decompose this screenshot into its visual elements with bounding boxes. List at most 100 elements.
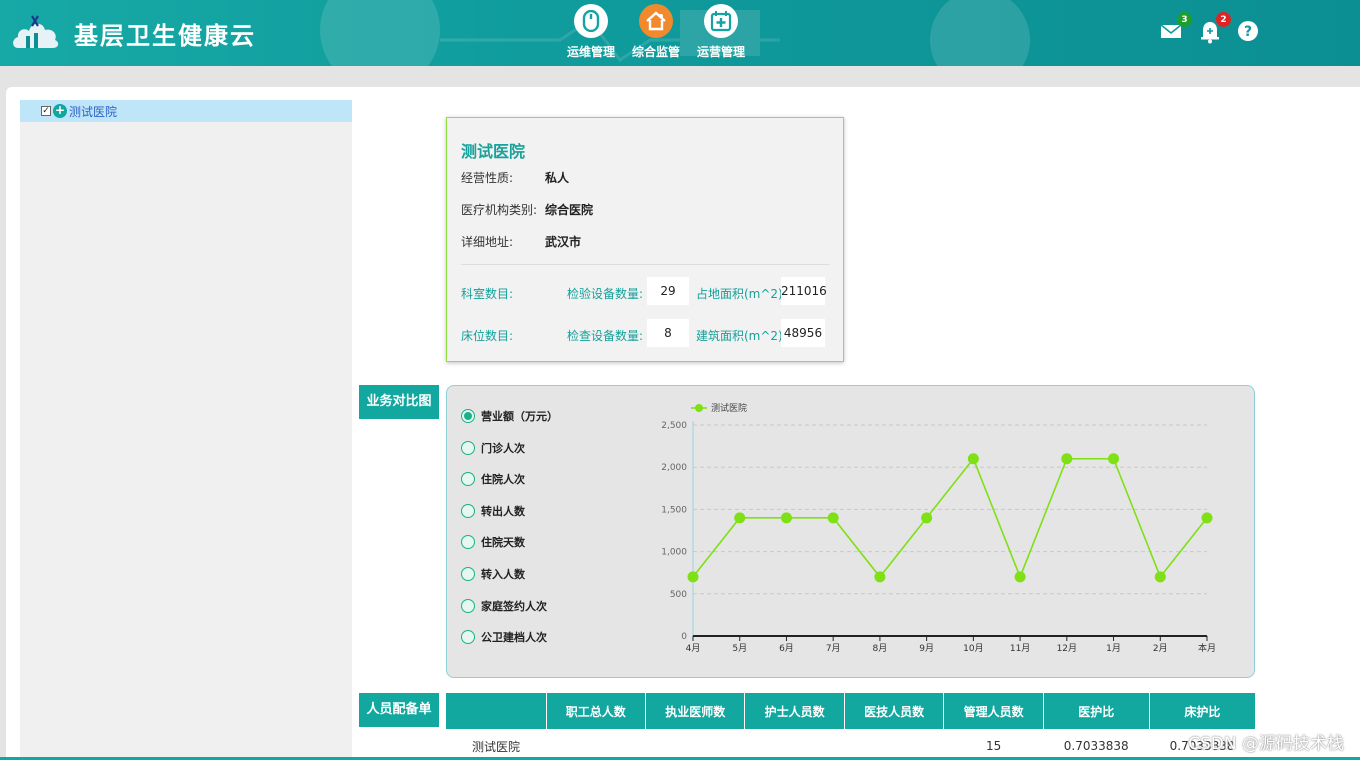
app-title: 基层卫生健康云 bbox=[74, 22, 256, 50]
notification-count-badge: 2 bbox=[1216, 12, 1231, 27]
x-tick-label: 8月 bbox=[873, 643, 888, 654]
x-tick-label: 6月 bbox=[779, 643, 794, 654]
field-label: 详细地址: bbox=[461, 235, 514, 249]
column-header: 床护比 bbox=[1148, 693, 1255, 729]
x-tick-label: 本月 bbox=[1198, 642, 1216, 654]
x-tick-label: 5月 bbox=[732, 643, 747, 654]
legend-label: 测试医院 bbox=[711, 402, 747, 414]
y-tick-label: 0 bbox=[681, 632, 687, 642]
card-divider bbox=[461, 264, 829, 265]
radio-label: 家庭签约人次 bbox=[481, 600, 547, 613]
table-cell bbox=[844, 729, 943, 760]
radio-button[interactable] bbox=[461, 630, 475, 644]
nav-label: 运维管理 bbox=[566, 45, 615, 59]
radio-button[interactable] bbox=[461, 599, 475, 613]
data-point bbox=[874, 571, 886, 583]
table-cell: 0.7033838 bbox=[1063, 739, 1129, 753]
business-line-chart: 0 500 1,000 1,500 2,000 2,500 4月 5月 6月 7月 8月 9月 10月 1… bbox=[661, 402, 1216, 654]
x-tick-label: 12月 bbox=[1057, 643, 1077, 654]
x-tick-label: 11月 bbox=[1010, 643, 1030, 654]
radio-label: 门诊人次 bbox=[481, 442, 525, 455]
radio-button[interactable] bbox=[461, 504, 475, 518]
data-point bbox=[687, 571, 699, 583]
x-tick-label: 1月 bbox=[1106, 643, 1121, 654]
y-tick-label: 500 bbox=[670, 590, 687, 600]
watermark: CSDN @源码技术栈 bbox=[1188, 734, 1344, 754]
nav-operations-management[interactable]: 运营管理 bbox=[686, 4, 756, 64]
table-cell bbox=[546, 729, 645, 760]
address-row: 详细地址: 武汉市 bbox=[461, 233, 581, 250]
mail-button[interactable]: 3 bbox=[1160, 12, 1192, 44]
departments-label: 科室数目: bbox=[461, 287, 514, 301]
metric-radio-inpatient[interactable]: 住院人次 bbox=[461, 471, 525, 487]
land-area-label: 占地面积(m^2): bbox=[696, 287, 787, 301]
metric-radio-revenue[interactable]: 营业额（万元） bbox=[461, 408, 558, 424]
mail-count-badge: 3 bbox=[1177, 12, 1192, 27]
home-icon bbox=[639, 4, 673, 38]
institution-type-row: 医疗机构类别: 综合医院 bbox=[461, 201, 593, 218]
field-value: 私人 bbox=[545, 171, 570, 185]
column-header: 医技人员数 bbox=[843, 693, 944, 729]
metric-radio-health-records[interactable]: 公卫建档人次 bbox=[461, 629, 547, 645]
radio-label: 转出人数 bbox=[481, 505, 525, 518]
table-row: 测试医院 15 0.7033838 0.7033838 bbox=[446, 729, 1255, 760]
x-tick-label: 9月 bbox=[919, 643, 934, 654]
data-point bbox=[734, 512, 746, 524]
field-value: 综合医院 bbox=[545, 203, 594, 217]
question-icon: ? bbox=[1238, 21, 1258, 41]
org-tree-panel: ✓ + 测试医院 bbox=[20, 100, 352, 760]
notification-button[interactable]: 2 bbox=[1199, 12, 1231, 44]
metric-radio-family-contract[interactable]: 家庭签约人次 bbox=[461, 598, 547, 614]
data-point bbox=[1108, 453, 1120, 465]
lab-equipment-value: 29 bbox=[647, 277, 689, 305]
radio-button[interactable] bbox=[461, 441, 475, 455]
table-cell: 测试医院 bbox=[471, 739, 520, 754]
y-tick-label: 2,500 bbox=[661, 421, 687, 431]
svg-text:?: ? bbox=[1244, 24, 1252, 40]
data-point bbox=[921, 512, 933, 524]
radio-label: 营业额（万元） bbox=[481, 410, 558, 423]
y-tick-label: 1,500 bbox=[661, 505, 687, 515]
table-cell: 15 bbox=[985, 739, 1002, 753]
staff-table: 职工总人数 执业医师数 护士人员数 医技人员数 管理人员数 医护比 床护比 测试… bbox=[446, 693, 1255, 760]
beds-label: 床位数目: bbox=[461, 329, 514, 343]
radio-button[interactable] bbox=[461, 535, 475, 549]
metric-radio-transfer-in[interactable]: 转入人数 bbox=[461, 566, 525, 582]
data-point bbox=[1014, 571, 1026, 583]
lab-equipment-label: 检验设备数量: bbox=[567, 287, 644, 301]
x-tick-label: 7月 bbox=[826, 643, 841, 654]
help-button[interactable]: ? bbox=[1237, 20, 1261, 44]
x-tick-label: 4月 bbox=[686, 643, 701, 654]
metric-radio-transfer-out[interactable]: 转出人数 bbox=[461, 503, 525, 519]
table-cell bbox=[645, 729, 744, 760]
radio-label: 公卫建档人次 bbox=[481, 631, 547, 644]
metric-radio-inpatient-days[interactable]: 住院天数 bbox=[461, 534, 525, 550]
tree-checkbox[interactable]: ✓ bbox=[41, 106, 51, 116]
nav-comprehensive-supervision[interactable]: 综合监管 bbox=[621, 4, 691, 64]
nav-ops-maintenance[interactable]: 运维管理 bbox=[556, 4, 626, 64]
radio-button[interactable] bbox=[461, 409, 475, 423]
hospital-info-card: 测试医院 经营性质: 私人 医疗机构类别: 综合医院 详细地址: 武汉市 科室数目: … bbox=[446, 117, 844, 362]
radio-label: 住院人次 bbox=[481, 473, 525, 486]
business-nature-row: 经营性质: 私人 bbox=[461, 169, 569, 186]
metric-radio-outpatient[interactable]: 门诊人次 bbox=[461, 440, 525, 456]
land-area-value: 211016 bbox=[781, 277, 827, 305]
business-comparison-tag: 业务对比图 bbox=[359, 385, 439, 419]
table-cell bbox=[745, 729, 844, 760]
building-area-value: 48956 bbox=[781, 319, 825, 347]
radio-button[interactable] bbox=[461, 567, 475, 581]
column-header: 护士人员数 bbox=[744, 693, 845, 729]
column-header bbox=[446, 693, 546, 729]
radio-button[interactable] bbox=[461, 472, 475, 486]
table-header-row: 职工总人数 执业医师数 护士人员数 医技人员数 管理人员数 医护比 床护比 bbox=[446, 693, 1255, 729]
exam-equipment-value: 8 bbox=[647, 319, 689, 347]
data-point bbox=[780, 512, 792, 524]
nav-label: 运营管理 bbox=[696, 45, 745, 59]
data-point bbox=[967, 453, 979, 465]
field-label: 经营性质: bbox=[461, 171, 514, 185]
tree-node-hospital[interactable]: ✓ + 测试医院 bbox=[20, 100, 352, 122]
series-line bbox=[692, 457, 1208, 580]
y-tick-label: 1,000 bbox=[661, 548, 687, 558]
x-tick-label: 10月 bbox=[963, 643, 983, 654]
column-header: 职工总人数 bbox=[545, 693, 646, 729]
